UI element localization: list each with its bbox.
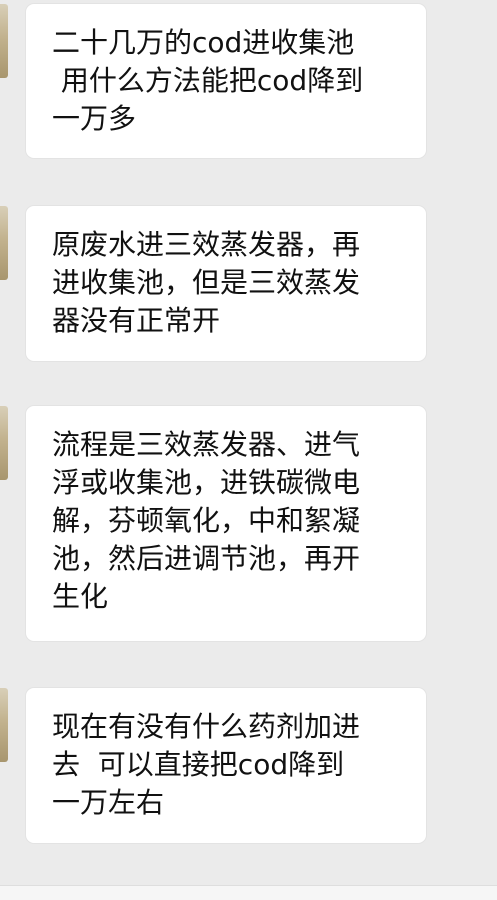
- message-bubble[interactable]: 原废水进三效蒸发器，再 进收集池，但是三效蒸发 器没有正常开: [26, 206, 426, 361]
- chat-conversation: 二十几万的cod进收集池 用什么方法能把cod降到 一万多 原废水进三效蒸发器，…: [0, 0, 497, 900]
- message-text: 现在有没有什么药剂加进 去 可以直接把cod降到 一万左右: [52, 710, 361, 819]
- message-bubble[interactable]: 二十几万的cod进收集池 用什么方法能把cod降到 一万多: [26, 4, 426, 158]
- sender-avatar[interactable]: [0, 206, 8, 280]
- message-text: 流程是三效蒸发器、进气 浮或收集池，进铁碳微电 解，芬顿氧化，中和絮凝 池，然后…: [52, 428, 361, 613]
- sender-avatar[interactable]: [0, 688, 8, 762]
- sender-avatar[interactable]: [0, 406, 8, 480]
- message-text: 原废水进三效蒸发器，再 进收集池，但是三效蒸发 器没有正常开: [52, 228, 361, 337]
- message-bubble[interactable]: 流程是三效蒸发器、进气 浮或收集池，进铁碳微电 解，芬顿氧化，中和絮凝 池，然后…: [26, 406, 426, 641]
- input-bar: [0, 885, 497, 900]
- sender-avatar[interactable]: [0, 4, 8, 78]
- message-text: 二十几万的cod进收集池 用什么方法能把cod降到 一万多: [52, 26, 364, 135]
- message-bubble[interactable]: 现在有没有什么药剂加进 去 可以直接把cod降到 一万左右: [26, 688, 426, 843]
